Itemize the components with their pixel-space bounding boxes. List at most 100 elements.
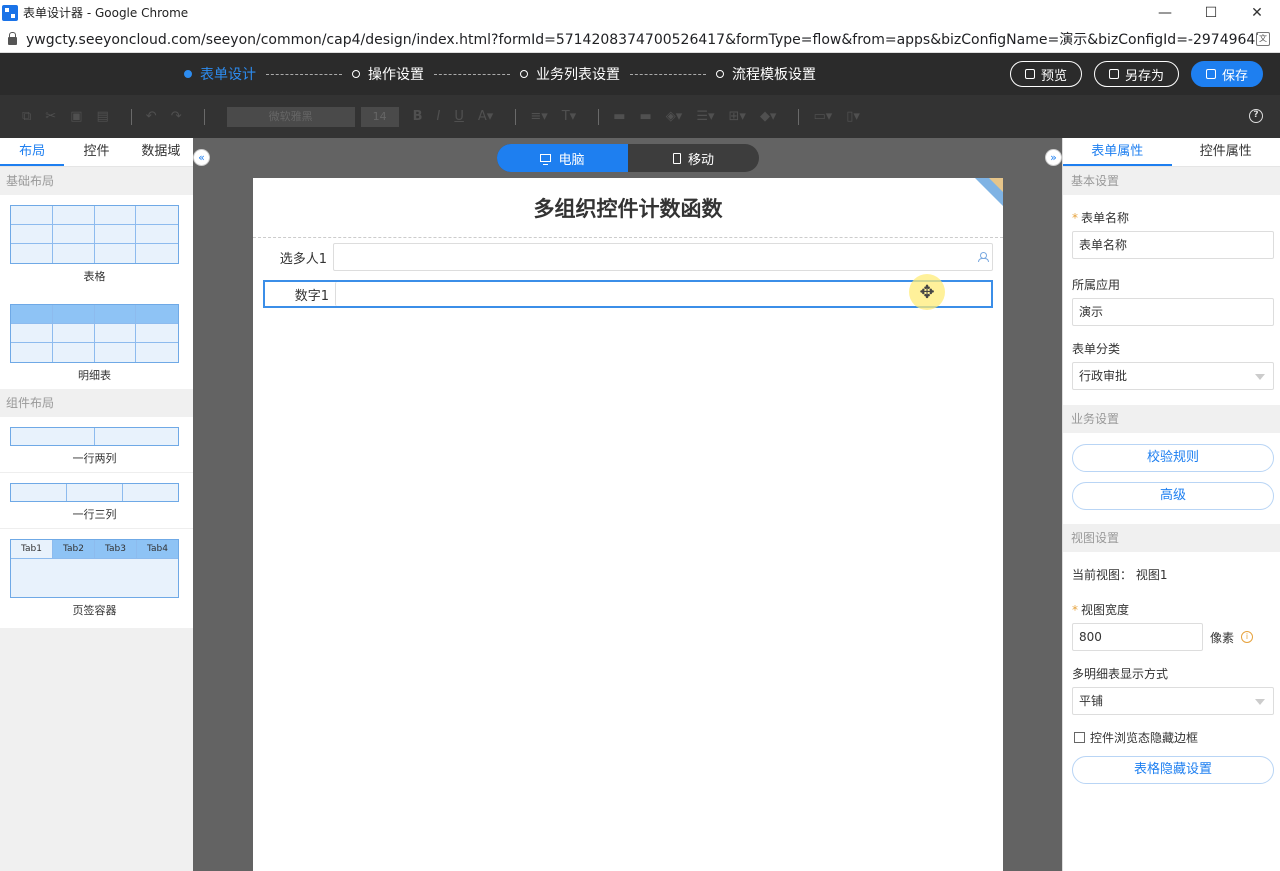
section-business-settings: 业务设置: [1063, 405, 1280, 433]
maximize-icon[interactable]: ☐: [1188, 0, 1234, 25]
form-title-area[interactable]: 多组织控件计数函数: [253, 178, 1003, 238]
merge-cells-icon[interactable]: ▬: [613, 109, 625, 124]
form-title: 多组织控件计数函数: [533, 196, 723, 221]
step-dot-icon: [716, 70, 724, 78]
save-label: 保存: [1221, 68, 1248, 84]
font-family-select[interactable]: 微软雅黑: [226, 106, 355, 127]
save-as-label: 另存为: [1124, 68, 1164, 84]
tab-control-properties[interactable]: 控件属性: [1172, 138, 1280, 166]
layout-two-columns[interactable]: 一行两列: [0, 417, 193, 472]
category-select[interactable]: 行政审批: [1072, 362, 1274, 390]
window-controls: — ☐ ✕: [1142, 0, 1280, 25]
table-hide-settings-button[interactable]: 表格隐藏设置: [1072, 756, 1274, 784]
step-form-design[interactable]: 表单设计: [184, 64, 256, 84]
step-business-list[interactable]: 业务列表设置: [520, 64, 620, 84]
header-actions: 预览 另存为 保存: [998, 61, 1263, 87]
step-dot-icon: [184, 70, 192, 78]
step-operation-settings[interactable]: 操作设置: [352, 64, 424, 84]
save-button[interactable]: 保存: [1190, 61, 1263, 87]
step-label: 表单设计: [200, 67, 256, 83]
step-process-template[interactable]: 流程模板设置: [716, 64, 816, 84]
section-basic-settings: 基本设置: [1063, 167, 1280, 195]
url-text[interactable]: ywgcty.seeyoncloud.com/seeyon/common/cap…: [26, 29, 1258, 49]
step-connector: [434, 73, 510, 75]
preview-button[interactable]: 预览: [1009, 61, 1082, 87]
cut-icon[interactable]: ✂: [45, 109, 56, 124]
align-left-icon[interactable]: ≡▾: [530, 109, 547, 124]
bold-icon[interactable]: B: [413, 109, 423, 124]
tab-layout[interactable]: 布局: [0, 138, 65, 166]
vertical-align-icon[interactable]: T▾: [562, 109, 576, 124]
border-style-icon[interactable]: ☰▾: [696, 109, 714, 124]
app-input[interactable]: 演示: [1072, 298, 1274, 326]
collapse-right-icon[interactable]: »: [1045, 149, 1062, 166]
save-as-button[interactable]: 另存为: [1093, 61, 1179, 87]
left-tabs: 布局 控件 数据域: [0, 138, 193, 167]
info-icon[interactable]: i: [1241, 631, 1254, 643]
copy-icon[interactable]: ▣: [70, 109, 82, 124]
redo-icon[interactable]: ↷: [171, 109, 182, 124]
fill-color-icon[interactable]: ◈▾: [666, 109, 683, 124]
borders-icon[interactable]: ⊞▾: [729, 109, 746, 124]
current-view-value: 视图1: [1135, 568, 1168, 582]
layout-table[interactable]: 表格: [0, 195, 193, 290]
hide-border-label: 控件浏览态隐藏边框: [1090, 731, 1199, 745]
layout-two-columns-label: 一行两列: [72, 452, 117, 465]
multi-detail-value: 平铺: [1079, 694, 1104, 708]
tab-form-properties[interactable]: 表单属性: [1063, 138, 1172, 166]
app-icon: [2, 4, 18, 21]
background-color-icon[interactable]: ◆▾: [760, 109, 777, 124]
field-label: 选多人1: [279, 251, 327, 267]
layout-tab-container[interactable]: Tab1 Tab2 Tab3 Tab4 页签容器: [0, 528, 193, 628]
field-label: 数字1: [294, 288, 329, 304]
italic-icon[interactable]: I: [437, 109, 441, 124]
help-icon[interactable]: ?: [1249, 109, 1263, 123]
insert-column-icon[interactable]: ▯▾: [846, 109, 860, 124]
form-name-input[interactable]: 表单名称: [1072, 231, 1274, 259]
undo-icon[interactable]: ↶: [146, 109, 157, 124]
advanced-button[interactable]: 高级: [1072, 482, 1274, 510]
minimize-icon[interactable]: —: [1142, 0, 1188, 25]
lock-icon[interactable]: [8, 31, 17, 45]
select-people-input[interactable]: [333, 243, 993, 271]
tab-data-domain[interactable]: 数据域: [129, 138, 193, 166]
close-icon[interactable]: ✕: [1234, 0, 1280, 25]
address-bar[interactable]: ywgcty.seeyoncloud.com/seeyon/common/cap…: [0, 25, 1280, 53]
font-size-select[interactable]: 14: [360, 106, 399, 127]
field-number[interactable]: 数字1: [263, 280, 993, 308]
view-width-input[interactable]: 800: [1072, 623, 1203, 651]
device-pc-button[interactable]: 电脑: [497, 144, 628, 172]
required-mark: *: [1072, 211, 1078, 225]
tab-controls[interactable]: 控件: [64, 138, 128, 166]
person-icon[interactable]: [978, 252, 989, 262]
font-color-icon[interactable]: A▾: [478, 109, 493, 124]
collapse-left-icon[interactable]: «: [193, 149, 210, 166]
layout-three-columns[interactable]: 一行三列: [0, 472, 193, 528]
device-mobile-button[interactable]: 移动: [628, 144, 759, 172]
split-cells-icon[interactable]: ▬: [640, 109, 652, 124]
section-basic-layout: 基础布局: [0, 167, 193, 195]
paste-icon[interactable]: ▤: [97, 109, 109, 124]
monitor-icon: [540, 154, 552, 165]
underline-icon[interactable]: U: [454, 109, 464, 124]
layout-three-columns-label: 一行三列: [72, 508, 117, 521]
device-mobile-label: 移动: [687, 152, 714, 168]
insert-row-icon[interactable]: ▭▾: [813, 109, 832, 124]
toolbar-divider: [130, 108, 132, 125]
hide-border-option[interactable]: 控件浏览态隐藏边框: [1074, 729, 1280, 746]
multi-detail-select[interactable]: 平铺: [1072, 687, 1274, 715]
translate-icon[interactable]: 文: [1256, 32, 1270, 46]
number-input[interactable]: [335, 282, 991, 306]
form-page: 多组织控件计数函数 选多人1 数字1 ✥: [253, 178, 1003, 871]
right-panel: 表单属性 控件属性 基本设置 * 表单名称 表单名称 所属应用 演示 表单分类 行…: [1062, 138, 1280, 871]
app-header: 表单设计 操作设置 业务列表设置 流程模板设置 预览 另存为 保存: [0, 53, 1280, 95]
field-select-people[interactable]: 选多人1: [263, 243, 993, 271]
validate-rules-button[interactable]: 校验规则: [1072, 444, 1274, 472]
right-tabs: 表单属性 控件属性: [1063, 138, 1280, 167]
layout-detail-table[interactable]: 明细表: [0, 290, 193, 389]
current-view: 当前视图： 视图1: [1063, 566, 1280, 582]
layout-detail-label: 明细表: [78, 369, 111, 382]
view-width-label: * 视图宽度: [1072, 603, 1130, 617]
copy-format-icon[interactable]: ⧉: [22, 109, 31, 124]
hide-border-checkbox[interactable]: [1074, 732, 1085, 743]
